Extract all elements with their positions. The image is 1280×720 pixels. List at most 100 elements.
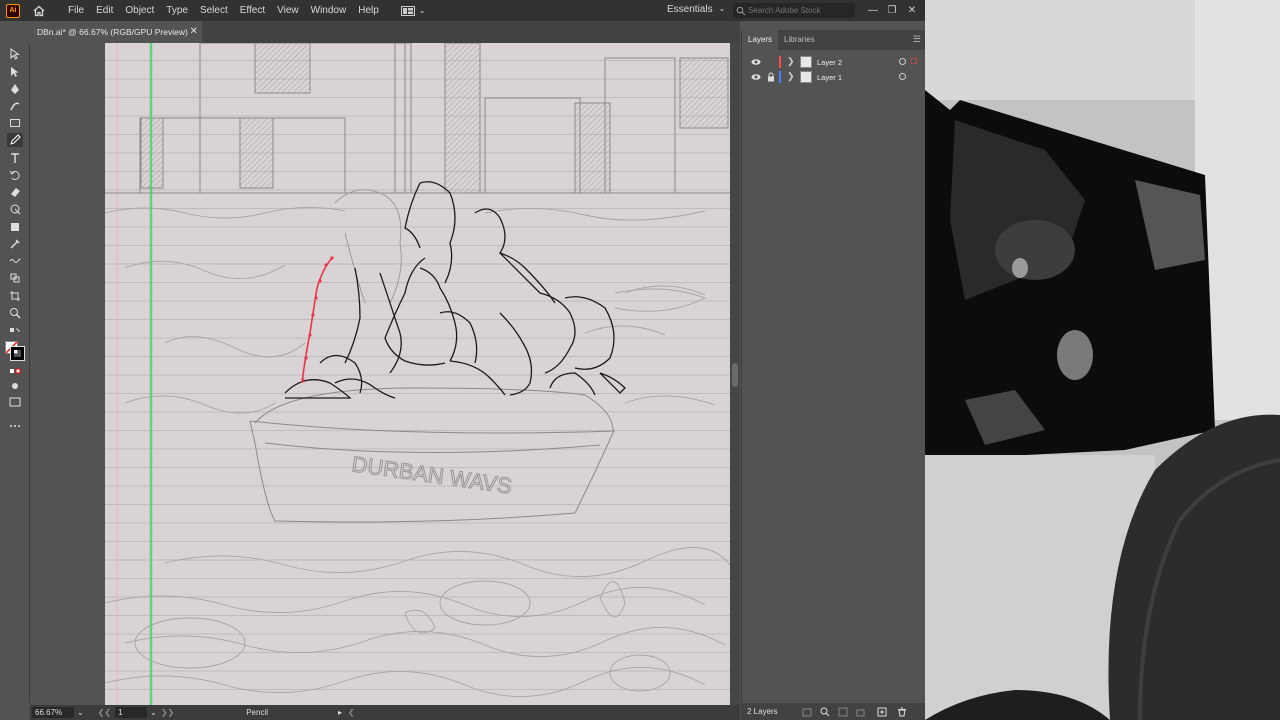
menu-help[interactable]: Help: [352, 5, 385, 16]
current-tool-label: Pencil: [246, 708, 269, 717]
eraser-tool-icon[interactable]: [7, 185, 23, 199]
status-menu-icon[interactable]: ▸: [338, 708, 342, 717]
chevron-down-icon[interactable]: ⌄: [77, 708, 84, 717]
artboard-tool-icon[interactable]: [7, 289, 23, 303]
panel-menu-icon[interactable]: ☰: [913, 34, 921, 45]
menu-select[interactable]: Select: [194, 5, 234, 16]
symbol-sprayer-tool-icon[interactable]: [7, 271, 23, 285]
webcam-feed: [925, 0, 1280, 720]
scroll-left-icon[interactable]: ❮: [348, 708, 355, 717]
menu-edit[interactable]: Edit: [90, 5, 119, 16]
layer-thumbnail: [800, 71, 812, 83]
eyedropper-tool-icon[interactable]: [7, 237, 23, 251]
chevron-right-icon[interactable]: ❯: [787, 56, 795, 67]
webcam-image: [925, 0, 1280, 720]
tools-panel: [0, 43, 30, 703]
layer-color-swatch: [779, 71, 781, 83]
draw-mode-icon[interactable]: [7, 379, 23, 393]
layer-thumbnail: [800, 56, 812, 68]
vertical-scrollbar[interactable]: [730, 43, 740, 705]
chevron-down-icon: ⌄: [418, 6, 426, 15]
stock-search[interactable]: [733, 3, 855, 18]
screen-mode-icon[interactable]: [7, 395, 23, 409]
selection-indicator-icon[interactable]: [911, 58, 917, 64]
color-mode-icon[interactable]: [7, 364, 23, 378]
blend-tool-icon[interactable]: [7, 254, 23, 268]
locate-object-icon[interactable]: [820, 707, 830, 717]
search-icon: [736, 6, 746, 15]
layer-target-icon[interactable]: [899, 73, 906, 80]
layer-target-icon[interactable]: [899, 58, 906, 65]
eye-icon[interactable]: [751, 72, 761, 82]
trash-icon[interactable]: [897, 707, 907, 717]
menu-effect[interactable]: Effect: [234, 5, 271, 16]
collect-export-icon[interactable]: [802, 707, 812, 717]
restore-button[interactable]: ❐: [885, 3, 899, 17]
layer-row[interactable]: ❯ Layer 2: [742, 55, 926, 70]
document-title: DBn.ai* @ 66.67% (RGB/GPU Preview): [37, 27, 188, 37]
menu-window[interactable]: Window: [305, 5, 353, 16]
zoom-tool-icon[interactable]: [7, 306, 23, 320]
rectangle-tool-icon[interactable]: [7, 116, 23, 130]
type-tool-icon[interactable]: [7, 151, 23, 165]
tab-libraries[interactable]: Libraries: [778, 30, 821, 50]
tab-layers[interactable]: Layers: [742, 30, 779, 50]
artboard-next-icon[interactable]: ❯❯: [161, 708, 174, 717]
warp-tool-icon[interactable]: [7, 202, 23, 216]
document-tab-bar: DBn.ai* @ 66.67% (RGB/GPU Preview) ✕: [30, 21, 740, 43]
curvature-tool-icon[interactable]: [7, 99, 23, 113]
close-icon[interactable]: ✕: [190, 26, 198, 37]
home-icon[interactable]: [32, 4, 46, 18]
new-layer-icon[interactable]: [877, 707, 887, 717]
document-tab[interactable]: DBn.ai* @ 66.67% (RGB/GPU Preview) ✕: [30, 21, 202, 43]
arrange-documents-button[interactable]: ⌄: [400, 5, 426, 16]
artboard-number[interactable]: 1: [115, 707, 148, 718]
illustrator-window: Ai File Edit Object Type Select Effect V…: [0, 0, 926, 720]
fill-stroke-swatch[interactable]: [5, 341, 25, 361]
chevron-down-icon: ⌄: [718, 4, 726, 13]
menu-items: File Edit Object Type Select Effect View…: [62, 5, 385, 16]
pencil-tool-icon[interactable]: [7, 133, 23, 147]
menu-type[interactable]: Type: [160, 5, 194, 16]
menu-bar: Ai File Edit Object Type Select Effect V…: [0, 0, 925, 21]
stroke-swatch[interactable]: [10, 346, 25, 361]
menu-file[interactable]: File: [62, 5, 90, 16]
artboard[interactable]: DURBAN WAVS: [105, 43, 730, 705]
lock-icon[interactable]: [767, 72, 775, 82]
chevron-right-icon[interactable]: ❯: [787, 71, 795, 82]
close-window-button[interactable]: ✕: [905, 3, 919, 17]
rotate-tool-icon[interactable]: [7, 168, 23, 182]
layer-name[interactable]: Layer 1: [817, 73, 842, 82]
workspace-label: Essentials: [667, 4, 713, 15]
layer-name[interactable]: Layer 2: [817, 58, 842, 67]
swap-colors-icon[interactable]: [5, 326, 25, 340]
menu-view[interactable]: View: [271, 5, 305, 16]
status-bar: 66.67% ⌄ ❮❮ 1 ⌄ ❯❯ Pencil ▸ ❮: [30, 705, 740, 720]
layer-color-swatch: [779, 56, 781, 68]
sketch-drawing: DURBAN WAVS: [105, 43, 730, 705]
canvas-area[interactable]: DURBAN WAVS: [30, 43, 730, 705]
stock-search-input[interactable]: [748, 6, 848, 15]
more-tools-icon[interactable]: [7, 419, 23, 433]
layer-row[interactable]: ❯ Layer 1: [742, 70, 926, 85]
selection-tool-icon[interactable]: [7, 47, 23, 61]
layers-panel: Layers Libraries ☰ ❯ Layer 2 ❯ Layer 1 2…: [741, 30, 926, 720]
chevron-down-icon[interactable]: ⌄: [150, 708, 157, 717]
panel-tabs: Layers Libraries: [742, 30, 926, 50]
layer-count: 2 Layers: [747, 707, 778, 716]
arrange-documents-icon: [400, 5, 415, 16]
layers-panel-footer: 2 Layers: [742, 703, 926, 720]
app-logo: Ai: [6, 3, 20, 18]
zoom-level[interactable]: 66.67%: [32, 707, 74, 718]
free-transform-tool-icon[interactable]: [7, 220, 23, 234]
pen-tool-icon[interactable]: [7, 82, 23, 96]
direct-selection-tool-icon[interactable]: [7, 65, 23, 79]
scrollbar-thumb[interactable]: [732, 363, 738, 387]
workspace-switcher[interactable]: Essentials ⌄: [667, 4, 725, 15]
minimize-button[interactable]: —: [866, 3, 880, 17]
artboard-prev-icon[interactable]: ❮❮: [98, 708, 111, 717]
clipping-mask-icon[interactable]: [838, 707, 848, 717]
menu-object[interactable]: Object: [119, 5, 160, 16]
new-sublayer-icon[interactable]: [856, 707, 866, 717]
eye-icon[interactable]: [751, 57, 761, 67]
